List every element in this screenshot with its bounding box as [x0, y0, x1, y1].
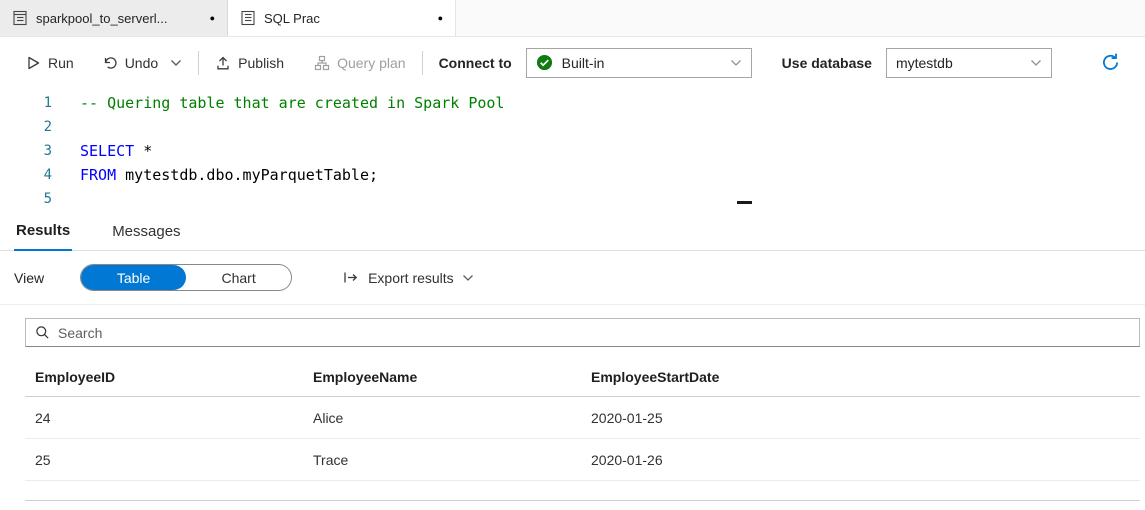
- view-label: View: [14, 269, 45, 286]
- code-line: 3 SELECT *: [0, 139, 1145, 163]
- cell-employeeid: 24: [35, 409, 51, 426]
- chevron-down-icon: [730, 59, 742, 67]
- publish-button[interactable]: Publish: [215, 55, 284, 71]
- messages-tab-label: Messages: [112, 222, 181, 240]
- undo-icon: [102, 55, 118, 71]
- undo-label: Undo: [124, 54, 159, 71]
- view-bar: View Table Chart Export results: [0, 251, 1145, 305]
- column-header-employeeid[interactable]: EmployeeID: [25, 358, 303, 396]
- unsaved-dot: ●: [437, 12, 443, 23]
- toggle-table-option[interactable]: Table: [81, 265, 187, 290]
- play-icon: [26, 55, 41, 71]
- code-line: 4 FROM mytestdb.dbo.myParquetTable;: [0, 163, 1145, 187]
- line-number: 1: [43, 95, 52, 111]
- results-search-box: [25, 318, 1140, 347]
- export-results-label: Export results: [368, 269, 454, 286]
- use-database-label: Use database: [781, 54, 872, 71]
- cell-employeestartdate: 2020-01-26: [591, 451, 663, 468]
- use-database-dropdown[interactable]: mytestdb: [885, 47, 1052, 78]
- line-number: 2: [43, 119, 52, 135]
- column-header-employeename[interactable]: EmployeeName: [303, 358, 581, 396]
- sql-text: mytestdb.dbo.myParquetTable;: [116, 166, 379, 184]
- code-editor[interactable]: 1 -- Quering table that are created in S…: [0, 88, 1145, 212]
- script-icon: [12, 10, 28, 26]
- cell-employeename: Alice: [313, 409, 344, 426]
- view-toggle: Table Chart: [80, 264, 293, 291]
- grid-header-row: EmployeeID EmployeeName EmployeeStartDat…: [25, 358, 1140, 397]
- toggle-chart-option[interactable]: Chart: [186, 265, 291, 290]
- query-plan-button[interactable]: Query plan: [314, 54, 406, 71]
- line-number: 4: [43, 167, 52, 183]
- toggle-table-label: Table: [116, 269, 151, 286]
- tab-sql-prac[interactable]: SQL Prac ●: [228, 0, 456, 36]
- tab-label: SQL Prac: [264, 10, 320, 26]
- grid-bottom-edge: [25, 481, 1140, 501]
- export-icon: [342, 269, 360, 286]
- publish-label: Publish: [238, 54, 285, 71]
- refresh-button[interactable]: [1100, 52, 1121, 73]
- toggle-chart-label: Chart: [221, 269, 256, 286]
- sql-keyword: FROM: [80, 166, 117, 184]
- line-number: 3: [43, 143, 52, 159]
- tab-sparkpool-to-serverless[interactable]: sparkpool_to_serverl... ●: [0, 0, 228, 36]
- code-line: 2: [0, 115, 1145, 139]
- panel-splitter-handle[interactable]: [737, 201, 752, 204]
- connect-to-label: Connect to: [438, 54, 512, 71]
- search-icon: [35, 325, 50, 340]
- connected-check-icon: [536, 54, 553, 71]
- column-header-employeestartdate[interactable]: EmployeeStartDate: [581, 358, 1140, 396]
- query-plan-label: Query plan: [337, 54, 406, 71]
- line-number: 5: [43, 191, 52, 207]
- run-label: Run: [48, 54, 74, 71]
- code-line: 1 -- Quering table that are created in S…: [0, 91, 1145, 115]
- database-value: mytestdb: [895, 54, 953, 71]
- chevron-down-icon: [1030, 59, 1042, 67]
- results-grid: EmployeeID EmployeeName EmployeeStartDat…: [25, 358, 1140, 501]
- toolbar-divider: [198, 50, 200, 75]
- script-toolbar: Run Undo Publish Query plan Connect to B…: [0, 37, 1145, 88]
- editor-tab-bar: sparkpool_to_serverl... ● SQL Prac ●: [0, 0, 1145, 37]
- undo-button[interactable]: Undo: [102, 55, 158, 71]
- sql-keyword: SELECT: [80, 142, 135, 160]
- search-input[interactable]: [58, 324, 1130, 341]
- results-tab-label: Results: [16, 222, 71, 239]
- chevron-down-icon: [170, 59, 182, 67]
- cell-employeestartdate: 2020-01-25: [591, 409, 663, 426]
- cell-employeename: Trace: [313, 451, 349, 468]
- code-line: 5: [0, 187, 1145, 211]
- export-results-button[interactable]: Export results: [342, 269, 474, 286]
- results-tab-bar: Results Messages: [0, 212, 1145, 251]
- tab-results[interactable]: Results: [14, 212, 73, 251]
- sql-comment: -- Quering table that are created in Spa…: [80, 94, 505, 112]
- flowchart-icon: [314, 55, 330, 71]
- tab-messages[interactable]: Messages: [110, 212, 182, 250]
- unsaved-dot: ●: [209, 12, 215, 23]
- tab-label: sparkpool_to_serverl...: [36, 10, 168, 26]
- chevron-down-icon: [462, 274, 474, 282]
- run-button[interactable]: Run: [26, 55, 74, 71]
- sql-text: *: [134, 142, 153, 160]
- upload-icon: [215, 55, 231, 71]
- script-icon: [240, 10, 256, 26]
- undo-dropdown-button[interactable]: [170, 59, 182, 67]
- refresh-icon: [1100, 52, 1121, 73]
- table-row[interactable]: 25 Trace 2020-01-26: [25, 439, 1140, 481]
- connect-to-dropdown[interactable]: Built-in: [525, 47, 752, 78]
- connect-to-value: Built-in: [561, 54, 605, 71]
- table-row[interactable]: 24 Alice 2020-01-25: [25, 397, 1140, 439]
- cell-employeeid: 25: [35, 451, 51, 468]
- toolbar-divider: [421, 50, 423, 75]
